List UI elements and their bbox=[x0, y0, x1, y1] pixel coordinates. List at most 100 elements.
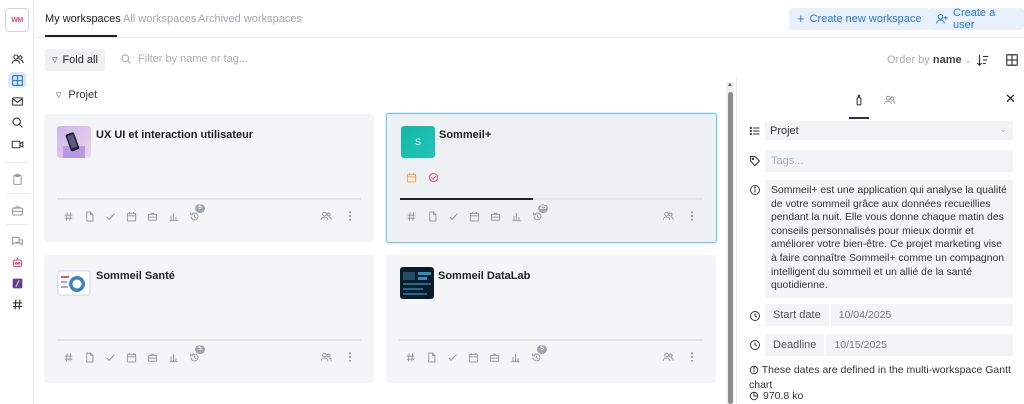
users-icon[interactable] bbox=[8, 51, 26, 67]
history-icon[interactable]: 5 bbox=[188, 204, 205, 222]
filter-placeholder: Filter by name or tag... bbox=[138, 53, 249, 65]
mail-icon[interactable] bbox=[8, 93, 26, 109]
hashtag-icon[interactable] bbox=[62, 210, 74, 222]
briefcase-icon[interactable] bbox=[488, 351, 500, 363]
progress-track bbox=[399, 339, 703, 341]
members-icon[interactable] bbox=[662, 210, 674, 225]
members-tab-icon[interactable] bbox=[881, 93, 897, 107]
calendar-icon[interactable] bbox=[125, 210, 137, 222]
document-icon[interactable] bbox=[425, 351, 437, 363]
video-icon[interactable] bbox=[8, 136, 26, 152]
workspace-card[interactable]: UX UI et interaction utilisateur 5 bbox=[44, 114, 374, 242]
briefcase-icon[interactable] bbox=[8, 202, 26, 218]
bar-chart-icon[interactable] bbox=[167, 351, 179, 363]
start-date-value[interactable]: 10/04/2025 bbox=[830, 304, 1013, 326]
top-header: My workspaces All workspaces Archived wo… bbox=[35, 0, 1024, 38]
more-menu-icon[interactable] bbox=[686, 351, 698, 366]
hashtag-icon[interactable] bbox=[8, 296, 26, 312]
create-user-button[interactable]: Create a user bbox=[928, 7, 1024, 31]
workspace-type-select[interactable]: Projet ⌄ bbox=[765, 121, 1013, 140]
workspace-thumbnail bbox=[400, 267, 434, 299]
calendar-icon[interactable] bbox=[467, 351, 479, 363]
more-menu-icon[interactable] bbox=[344, 351, 356, 366]
clipboard-icon[interactable] bbox=[8, 171, 26, 187]
plus-icon: + bbox=[797, 11, 805, 26]
robot-icon[interactable] bbox=[8, 254, 26, 270]
chat-icon[interactable] bbox=[8, 233, 26, 249]
rail-divider bbox=[6, 193, 28, 194]
scrollbar-thumb[interactable] bbox=[728, 92, 733, 404]
history-count-badge: 5 bbox=[537, 345, 547, 354]
hashtag-icon[interactable] bbox=[405, 210, 417, 222]
check-icon[interactable] bbox=[446, 351, 458, 363]
card-right-actions bbox=[662, 351, 698, 366]
briefcase-icon[interactable] bbox=[146, 351, 158, 363]
workspace-card[interactable]: Sommeil DataLab 5 bbox=[386, 255, 716, 383]
check-icon[interactable] bbox=[104, 210, 116, 222]
briefcase-icon[interactable] bbox=[146, 210, 158, 222]
section-header-projet[interactable]: ▽ Projet bbox=[56, 89, 97, 101]
hashtag-icon[interactable] bbox=[404, 351, 416, 363]
check-icon[interactable] bbox=[447, 210, 459, 222]
history-count-badge: 5 bbox=[195, 204, 205, 213]
scroll-up-arrow[interactable]: ▲ bbox=[727, 82, 733, 88]
start-date-row[interactable]: Start date 10/04/2025 bbox=[765, 304, 1013, 326]
workspace-card[interactable]: Sommeil Santé 5 bbox=[44, 255, 374, 383]
bar-chart-icon[interactable] bbox=[167, 210, 179, 222]
tags-input[interactable]: Tags... bbox=[765, 150, 1013, 172]
bar-chart-icon[interactable] bbox=[509, 351, 521, 363]
search-icon[interactable] bbox=[8, 114, 26, 130]
workspaces-grid-icon[interactable] bbox=[8, 72, 26, 88]
tab-my-workspaces[interactable]: My workspaces bbox=[45, 13, 121, 25]
document-icon[interactable] bbox=[426, 210, 438, 222]
workspace-thumbnail bbox=[57, 126, 91, 158]
check-icon[interactable] bbox=[104, 351, 116, 363]
tab-archived-workspaces[interactable]: Archived workspaces bbox=[198, 13, 302, 25]
app-logo[interactable]: WM bbox=[5, 8, 29, 32]
card-right-actions bbox=[320, 210, 356, 225]
workspace-card-selected[interactable]: S Sommeil+ 25 bbox=[386, 113, 717, 243]
grid-view-icon[interactable] bbox=[1005, 53, 1019, 67]
thumbnail-letter: S bbox=[414, 137, 421, 147]
deadline-row[interactable]: Deadline 10/15/2025 bbox=[765, 334, 1013, 356]
calendar-icon[interactable] bbox=[125, 351, 137, 363]
deadline-value[interactable]: 10/15/2025 bbox=[826, 334, 1013, 356]
history-icon[interactable]: 25 bbox=[531, 204, 548, 222]
tab-all-workspaces[interactable]: All workspaces bbox=[123, 13, 196, 25]
document-icon[interactable] bbox=[83, 210, 95, 222]
members-icon[interactable] bbox=[662, 351, 674, 366]
card-actions: 5 bbox=[62, 204, 205, 222]
card-actions: 5 bbox=[62, 345, 205, 363]
workspace-thumbnail: S bbox=[401, 126, 435, 158]
check-circle-icon[interactable] bbox=[428, 172, 439, 183]
app-shortcut-icon[interactable] bbox=[8, 275, 26, 291]
history-icon[interactable]: 5 bbox=[188, 345, 205, 363]
order-by-select[interactable]: Order by name ⌄ bbox=[887, 54, 971, 66]
bar-chart-icon[interactable] bbox=[510, 210, 522, 222]
history-icon[interactable]: 5 bbox=[530, 345, 547, 363]
members-icon[interactable] bbox=[320, 210, 332, 225]
workspace-type-value: Projet bbox=[770, 124, 799, 137]
calendar-icon[interactable] bbox=[406, 172, 417, 183]
members-icon[interactable] bbox=[320, 351, 332, 366]
create-user-label: Create a user bbox=[953, 7, 996, 31]
briefcase-icon[interactable] bbox=[489, 210, 501, 222]
caret-down-icon: ▽ bbox=[56, 92, 62, 99]
calendar-icon[interactable] bbox=[468, 210, 480, 222]
hashtag-icon[interactable] bbox=[62, 351, 74, 363]
create-workspace-button[interactable]: + Create new workspace bbox=[789, 8, 930, 30]
history-count-badge: 5 bbox=[195, 345, 205, 354]
fold-all-button[interactable]: ▽ Fold all bbox=[45, 49, 105, 71]
progress-track bbox=[57, 339, 361, 341]
description-textarea[interactable]: Sommeil+ est une application qui analyse… bbox=[765, 180, 1013, 298]
left-rail: WM bbox=[0, 0, 34, 404]
info-tab-icon[interactable] bbox=[851, 93, 867, 107]
filter-input[interactable]: Filter by name or tag... bbox=[120, 53, 248, 65]
more-menu-icon[interactable] bbox=[344, 210, 356, 225]
document-icon[interactable] bbox=[83, 351, 95, 363]
info-icon bbox=[749, 365, 759, 379]
more-menu-icon[interactable] bbox=[686, 210, 698, 225]
active-panel-tab-underline bbox=[849, 117, 869, 119]
close-icon[interactable]: ✕ bbox=[1005, 91, 1016, 107]
sort-direction-icon[interactable] bbox=[976, 53, 990, 67]
